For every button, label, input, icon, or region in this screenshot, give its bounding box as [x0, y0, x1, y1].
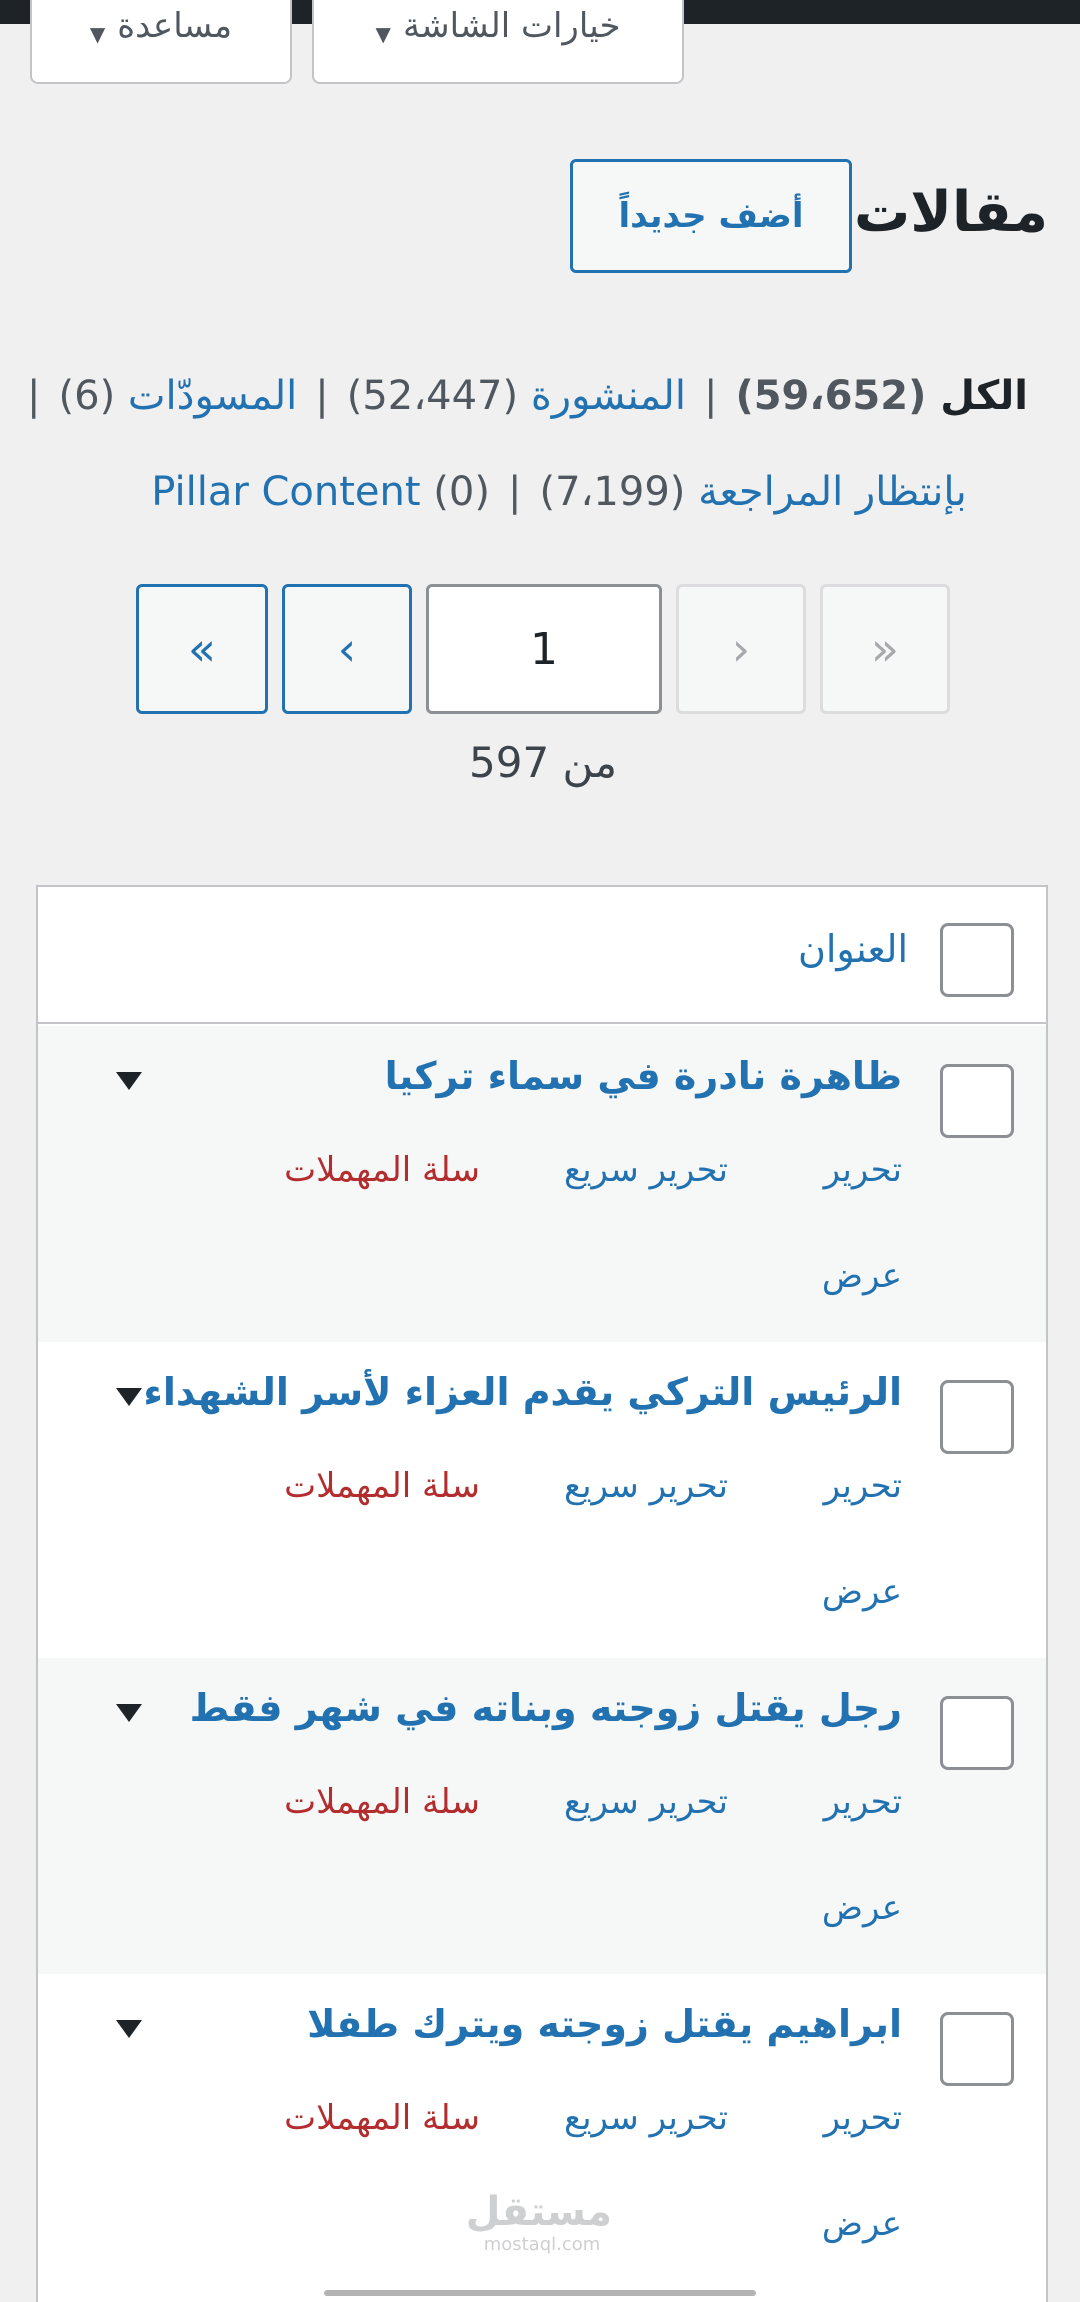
filter-pending-label: بإنتظار المراجعة [698, 469, 967, 515]
watermark-logo: مستقل mostaql.com [465, 2189, 612, 2256]
post-title-link[interactable]: ظاهرة نادرة في سماء تركيا [385, 1054, 902, 1098]
filter-pillar-count: (0) [433, 469, 490, 515]
quick-edit-link[interactable]: تحرير سريع [564, 1466, 728, 1506]
post-title-link[interactable]: الرئيس التركي يقدم العزاء لأسر الشهداء [143, 1370, 902, 1414]
help-button[interactable]: مساعدة ▼ [30, 0, 292, 84]
filter-pillar-label: Pillar Content [151, 469, 421, 515]
filter-all-label: الكل [940, 373, 1028, 419]
caret-down-icon: ▼ [375, 22, 391, 46]
trash-link[interactable]: سلة المهملات [284, 2098, 480, 2138]
toggle-row-icon[interactable] [116, 1072, 142, 1090]
view-link[interactable]: عرض [822, 1256, 902, 1296]
edit-link[interactable]: تحرير [824, 1466, 902, 1506]
toggle-row-icon[interactable] [116, 2020, 142, 2038]
filter-separator: | [27, 373, 41, 419]
trash-link[interactable]: سلة المهملات [284, 1782, 480, 1822]
table-row: الرئيس التركي يقدم العزاء لأسر الشهداء ت… [38, 1342, 1046, 1658]
view-link[interactable]: عرض [822, 1572, 902, 1612]
filter-drafts[interactable]: المسودّات (6) [59, 373, 298, 419]
edit-link[interactable]: تحرير [824, 2098, 902, 2138]
quick-edit-link[interactable]: تحرير سريع [564, 2098, 728, 2138]
previous-page-button[interactable]: ‹ [676, 584, 806, 714]
row-checkbox[interactable] [940, 1064, 1014, 1138]
table-row: رجل يقتل زوجته وبناته في شهر فقط تحرير ت… [38, 1658, 1046, 1974]
filter-pending-count: (7،199) [539, 469, 686, 515]
filters-line-1: الكل (59،652) | المنشورة (52،447) | المسودّا… [27, 348, 1028, 444]
toggle-row-icon[interactable] [116, 1704, 142, 1722]
trash-link[interactable]: سلة المهملات [284, 1466, 480, 1506]
current-page-input[interactable]: 1 [426, 584, 662, 714]
table-header: العنوان [38, 887, 1046, 1024]
page-title: مقالات [854, 180, 1048, 245]
edit-link[interactable]: تحرير [824, 1782, 902, 1822]
add-new-button[interactable]: أضف جديداً [570, 159, 852, 273]
filter-separator: | [507, 469, 522, 515]
screen-options-label: خيارات الشاشة [402, 6, 621, 46]
last-page-button[interactable]: » [136, 584, 268, 714]
filter-all[interactable]: الكل (59،652) [735, 373, 1028, 419]
filter-published[interactable]: المنشورة (52،447) [347, 373, 686, 419]
watermark-arabic: مستقل [465, 2189, 612, 2235]
view-link[interactable]: عرض [822, 1888, 902, 1928]
screen-options-button[interactable]: خيارات الشاشة ▼ [312, 0, 684, 84]
next-page-button[interactable]: › [282, 584, 412, 714]
column-title-header[interactable]: العنوان [798, 927, 908, 971]
filters-line-2: بإنتظار المراجعة (7،199) | (0) Pillar Cont… [40, 444, 1028, 540]
view-link[interactable]: عرض [822, 2204, 902, 2244]
quick-edit-link[interactable]: تحرير سريع [564, 1782, 728, 1822]
filter-drafts-label: المسودّات [127, 373, 298, 419]
filter-separator: | [315, 373, 329, 419]
pagination: « ‹ 1 › » [136, 584, 950, 714]
filter-published-count: (52،447) [346, 373, 519, 419]
filter-pending[interactable]: بإنتظار المراجعة (7،199) [539, 469, 966, 515]
quick-edit-link[interactable]: تحرير سريع [564, 1150, 728, 1190]
edit-link[interactable]: تحرير [824, 1150, 902, 1190]
help-label: مساعدة [117, 6, 233, 46]
caret-down-icon: ▼ [89, 22, 106, 46]
filter-published-label: المنشورة [530, 373, 686, 419]
scroll-indicator [324, 2290, 756, 2296]
filter-separator: | [703, 373, 718, 419]
select-all-checkbox[interactable] [940, 923, 1014, 997]
toggle-row-icon[interactable] [116, 1388, 142, 1406]
row-checkbox[interactable] [940, 2012, 1014, 2086]
trash-link[interactable]: سلة المهملات [284, 1150, 480, 1190]
post-title-link[interactable]: ابراهيم يقتل زوجته ويترك طفلا [307, 2002, 902, 2046]
first-page-button[interactable]: « [820, 584, 950, 714]
total-pages: من 597 [469, 738, 617, 787]
row-checkbox[interactable] [940, 1380, 1014, 1454]
row-checkbox[interactable] [940, 1696, 1014, 1770]
filter-all-count: (59،652) [735, 373, 927, 419]
posts-table: العنوان ظاهرة نادرة في سماء تركيا تحرير … [36, 885, 1048, 2302]
filter-drafts-count: (6) [58, 373, 116, 419]
watermark-latin: mostaql.com [483, 2234, 601, 2255]
table-row: ظاهرة نادرة في سماء تركيا تحرير تحرير سر… [38, 1026, 1046, 1342]
status-filters: الكل (59،652) | المنشورة (52،447) | المسودّا… [27, 348, 1028, 540]
post-title-link[interactable]: رجل يقتل زوجته وبناته في شهر فقط [190, 1686, 902, 1730]
filter-pillar-content[interactable]: (0) Pillar Content [151, 469, 490, 515]
